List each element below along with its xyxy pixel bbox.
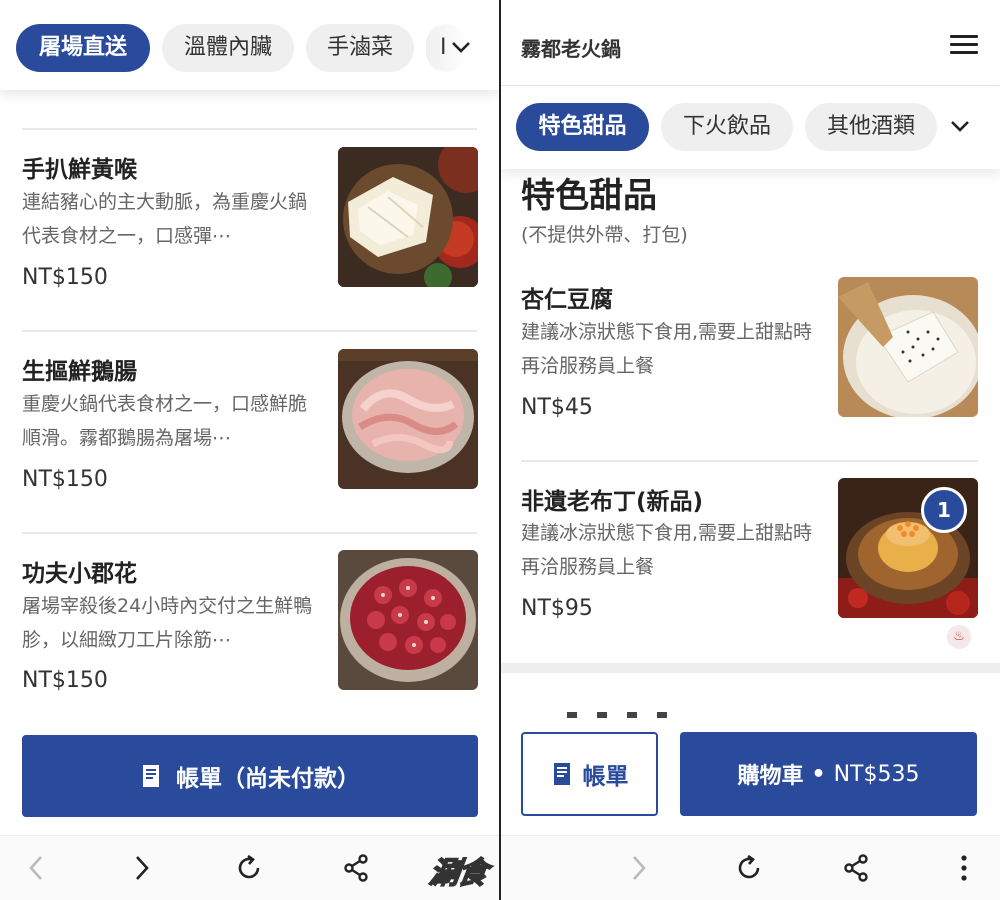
divider [22,330,477,332]
receipt-icon [140,763,162,789]
next-section-title [567,712,677,718]
cart-button[interactable]: 購物車 • NT$535 [680,732,977,816]
cart-label: 購物車 [737,764,804,789]
section-title: 特色甜品 [521,176,657,216]
receipt-icon [551,761,573,787]
item-photo [338,550,478,690]
category-bar: 特色甜品 下火飲品 其他酒類 [501,87,1000,169]
category-chip[interactable]: 手滷菜 [306,24,414,72]
item-name: 杏仁豆腐 [521,287,613,313]
divider [22,128,477,130]
item-photo [838,277,978,417]
category-chip[interactable]: 屠場直送 [16,24,150,72]
bill-button[interactable]: 帳單 [521,732,658,816]
item-description: 重慶火鍋代表食材之一，口感鮮脆順滑。霧都鵝腸為屠場⋯ [22,393,308,449]
app-header: 霧都老火鍋 [501,0,1000,86]
item-price: NT$150 [22,668,108,693]
bill-button-label: 帳單（尚未付款） [176,766,360,792]
category-chip[interactable]: 其他酒類 [805,103,937,151]
divider [22,532,477,534]
app-title: 霧都老火鍋 [521,37,621,61]
item-description: 建議冰涼狀態下食用,需要上甜點時再洽服務員上餐 [521,321,813,377]
chef-icon: ♨ [947,625,971,649]
refresh-icon[interactable] [231,850,267,886]
category-bar: 屠場直送 溫體內臟 手滷菜 I [0,0,499,90]
share-icon[interactable] [838,850,874,886]
back-icon[interactable] [18,850,54,886]
item-photo [338,349,478,489]
item-price: NT$45 [521,395,593,420]
more-icon[interactable] [946,850,982,886]
forward-icon[interactable] [124,850,160,886]
item-name: 功夫小郡花 [22,561,137,587]
forward-icon[interactable] [621,850,657,886]
item-description: 建議冰涼狀態下食用,需要上甜點時再洽服務員上餐 [521,522,813,578]
cart-separator: • [811,761,826,787]
item-description: 連結豬心的主大動脈，為重慶火鍋代表食材之一，口感彈⋯ [22,191,308,247]
item-price: NT$95 [521,596,593,621]
browser-toolbar [0,835,499,900]
menu-icon[interactable] [950,35,978,55]
chevron-down-icon[interactable] [945,112,975,142]
category-chip[interactable]: 下火飲品 [661,103,793,151]
watermark-logo: 涮食 [426,855,488,892]
item-name: 非遺老布丁(新品) [521,489,704,515]
browser-toolbar [501,835,1000,900]
item-price: NT$150 [22,265,108,290]
right-screen: 霧都老火鍋 特色甜品 下火飲品 其他酒類 特色甜品 (不提供外帶、打包) 杏仁豆… [501,0,1000,900]
left-screen: 屠場直送 溫體內臟 手滷菜 I 手扒鮮黃喉 連結豬心的主大動脈，為重慶火鍋代表食… [0,0,499,900]
section-subtitle: (不提供外帶、打包) [521,224,688,246]
bill-button[interactable]: 帳單（尚未付款） [22,735,478,817]
item-price: NT$150 [22,467,108,492]
refresh-icon[interactable] [731,850,767,886]
cart-total: NT$535 [833,761,920,787]
item-photo [338,147,478,287]
category-chip[interactable]: 溫體內臟 [162,24,294,72]
quantity-badge: 1 [921,487,967,533]
section-divider [501,663,1000,673]
chevron-down-icon[interactable] [446,33,476,63]
category-chip[interactable]: 特色甜品 [516,103,649,151]
item-name: 手扒鮮黃喉 [22,157,137,183]
divider [521,460,978,462]
bill-button-label: 帳單 [582,764,629,790]
item-description: 屠場宰殺後24小時內交付之生鮮鴨胗，以細緻刀工片除筋⋯ [22,595,313,651]
item-name: 生摳鮮鵝腸 [22,359,137,385]
share-icon[interactable] [338,850,374,886]
